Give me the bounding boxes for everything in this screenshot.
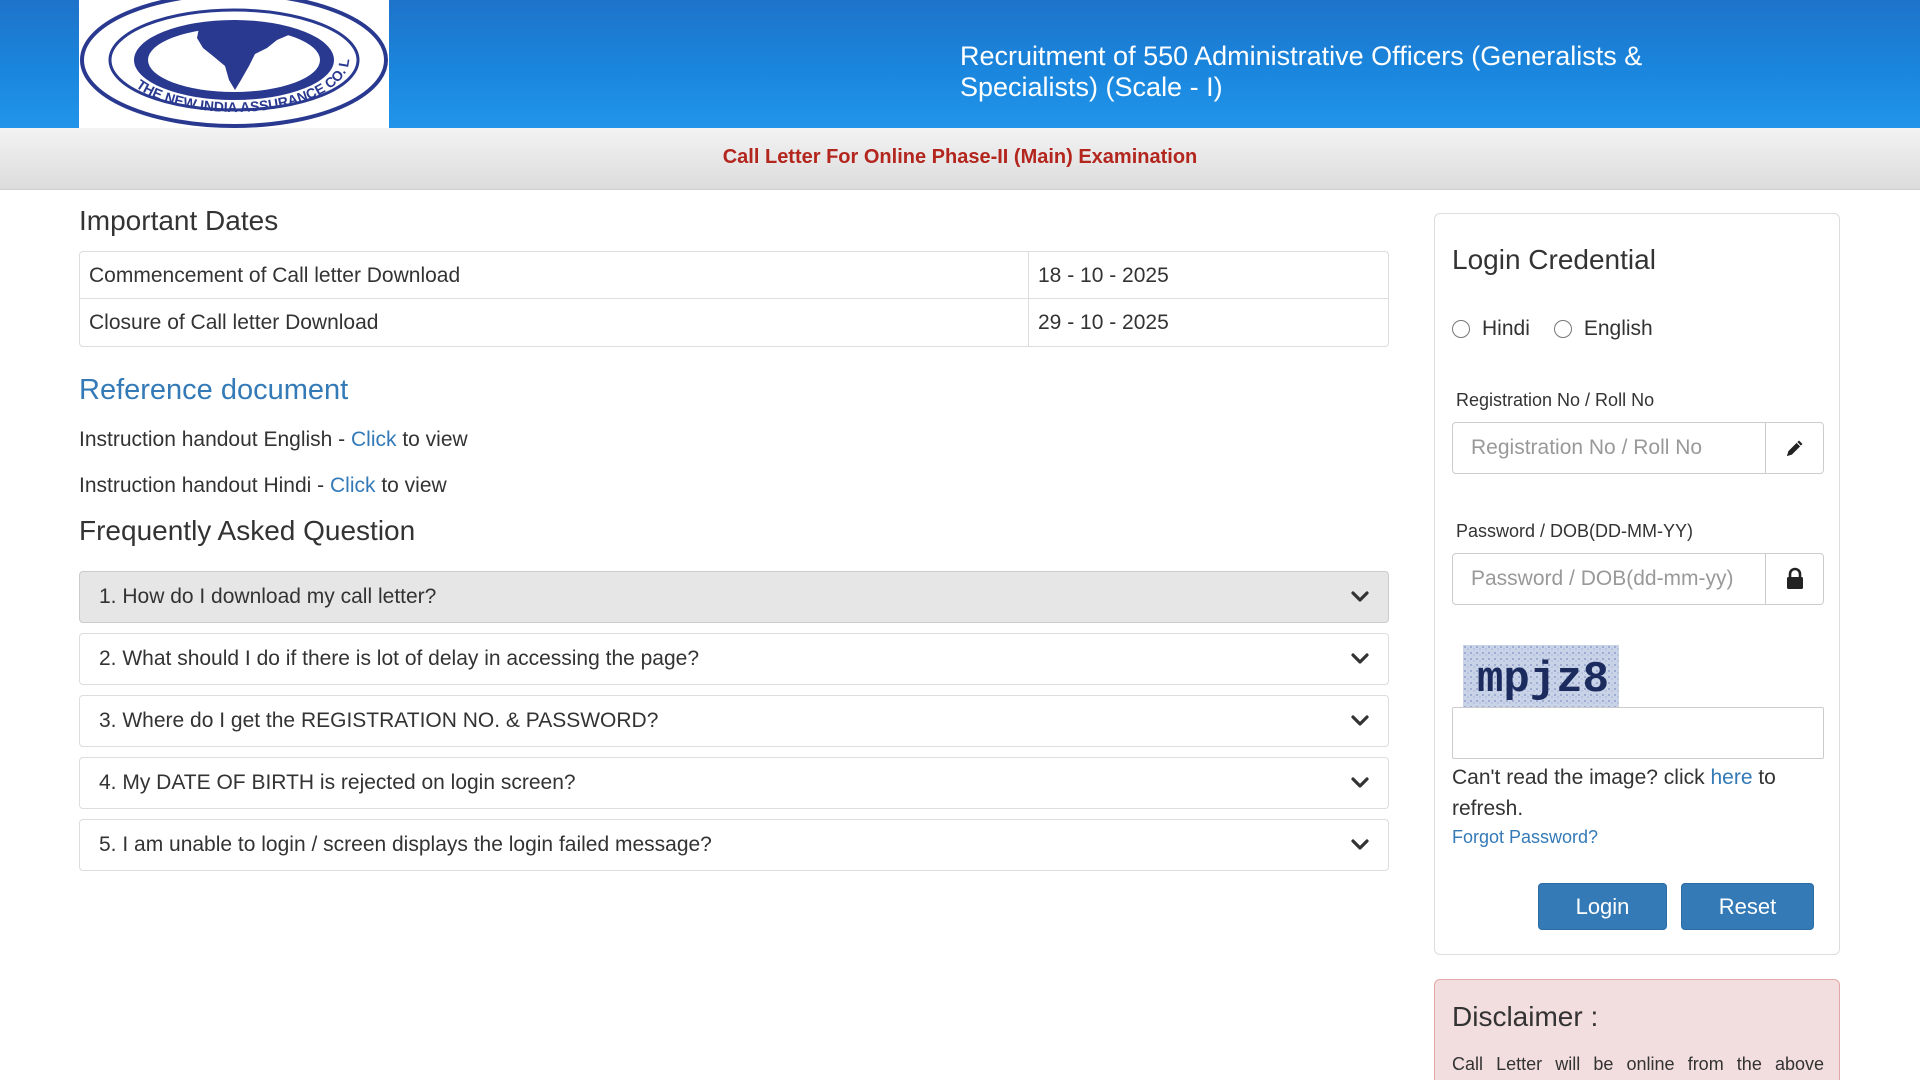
lock-icon — [1765, 554, 1823, 604]
chevron-down-icon — [1351, 591, 1369, 602]
login-title: Login Credential — [1452, 244, 1656, 275]
login-button[interactable]: Login — [1538, 883, 1667, 930]
captcha-help: Can't read the image? click here to refr… — [1452, 762, 1824, 824]
faq-item-4[interactable]: 4. My DATE OF BIRTH is rejected on login… — [79, 757, 1389, 809]
faq-question: 3. Where do I get the REGISTRATION NO. &… — [99, 709, 659, 732]
captcha-input[interactable] — [1452, 707, 1824, 759]
handout-english: Instruction handout English - Click to v… — [79, 428, 468, 452]
login-panel: Login Credential Hindi English Registrat… — [1434, 213, 1840, 955]
page-title: Recruitment of 550 Administrative Office… — [960, 41, 1643, 102]
site-header: THE NEW INDIA ASSURANCE CO. LTD. Recruit… — [0, 0, 1920, 128]
chevron-down-icon — [1351, 777, 1369, 788]
chevron-down-icon — [1351, 653, 1369, 664]
forgot-password-link[interactable]: Forgot Password? — [1452, 827, 1598, 848]
handout-english-link[interactable]: Click — [351, 428, 397, 451]
date-value: 29 - 10 - 2025 — [1038, 311, 1169, 334]
date-label: Commencement of Call letter Download — [80, 252, 1029, 298]
handout-english-label: Instruction handout English - — [79, 428, 351, 451]
handout-english-suffix: to view — [396, 428, 468, 451]
table-row: Closure of Call letter Download 29 - 10 … — [80, 299, 1388, 346]
faq-question: 4. My DATE OF BIRTH is rejected on login… — [99, 771, 576, 794]
company-logo: THE NEW INDIA ASSURANCE CO. LTD. — [79, 0, 389, 128]
disclaimer-text: Call Letter will be online from the abov… — [1452, 1054, 1824, 1074]
language-selector: Hindi English — [1452, 317, 1677, 341]
disclaimer-panel: Disclaimer : Call Letter will be online … — [1434, 979, 1840, 1080]
handout-hindi: Instruction handout Hindi - Click to vie… — [79, 474, 447, 498]
password-input[interactable] — [1453, 554, 1765, 604]
reset-button[interactable]: Reset — [1681, 883, 1814, 930]
radio-hindi-label[interactable]: Hindi — [1482, 317, 1530, 341]
disclaimer-title: Disclaimer : — [1452, 1001, 1599, 1032]
faq-question: 2. What should I do if there is lot of d… — [99, 647, 700, 670]
registration-label: Registration No / Roll No — [1456, 390, 1655, 410]
captcha-text: mpjz8 — [1477, 655, 1609, 705]
chevron-down-icon — [1351, 715, 1369, 726]
registration-input[interactable] — [1453, 423, 1765, 473]
captcha-image: mpjz8 — [1463, 645, 1619, 707]
radio-english-label[interactable]: English — [1584, 317, 1653, 341]
captcha-help-text: Can't read the image? click — [1452, 766, 1711, 789]
captcha-refresh-link[interactable]: here — [1710, 766, 1752, 789]
faq-question: 1. How do I download my call letter? — [99, 585, 437, 608]
important-dates-table: Commencement of Call letter Download 18 … — [79, 251, 1389, 347]
faq-title: Frequently Asked Question — [79, 515, 416, 546]
subheader-title: Call Letter For Online Phase-II (Main) E… — [722, 146, 1198, 168]
handout-hindi-label: Instruction handout Hindi - — [79, 474, 330, 497]
handout-hindi-link[interactable]: Click — [330, 474, 376, 497]
subheader-bar: Call Letter For Online Phase-II (Main) E… — [0, 128, 1920, 190]
pencil-icon — [1765, 423, 1823, 473]
handout-hindi-suffix: to view — [375, 474, 447, 497]
chevron-down-icon — [1351, 839, 1369, 850]
faq-item-5[interactable]: 5. I am unable to login / screen display… — [79, 819, 1389, 871]
table-row: Commencement of Call letter Download 18 … — [80, 252, 1388, 299]
faq-item-3[interactable]: 3. Where do I get the REGISTRATION NO. &… — [79, 695, 1389, 747]
registration-input-group — [1452, 422, 1824, 474]
important-dates-title: Important Dates — [79, 205, 279, 236]
faq-question: 5. I am unable to login / screen display… — [99, 833, 712, 856]
logo-emblem-icon: THE NEW INDIA ASSURANCE CO. LTD. — [79, 0, 388, 128]
faq-item-1[interactable]: 1. How do I download my call letter? — [79, 571, 1389, 623]
reference-document-title: Reference document — [79, 374, 349, 406]
password-input-group — [1452, 553, 1824, 605]
radio-english[interactable] — [1553, 320, 1572, 338]
date-value: 18 - 10 - 2025 — [1038, 264, 1169, 287]
radio-hindi[interactable] — [1452, 320, 1470, 338]
password-label: Password / DOB(DD-MM-YY) — [1456, 521, 1694, 541]
faq-item-2[interactable]: 2. What should I do if there is lot of d… — [79, 633, 1389, 685]
date-label: Closure of Call letter Download — [80, 299, 1029, 346]
